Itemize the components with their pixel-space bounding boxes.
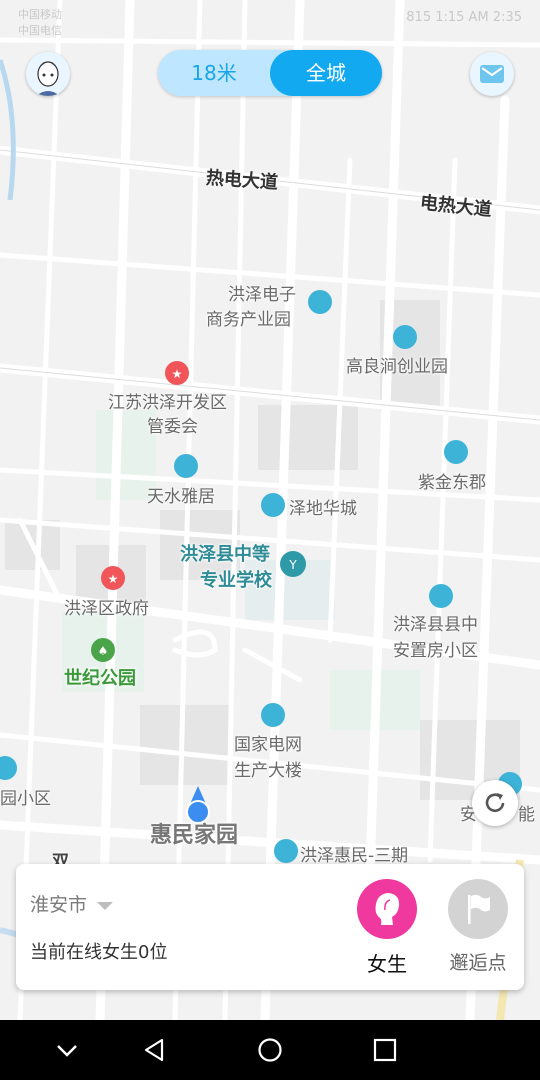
map-label-7[interactable]: 泽地华城	[289, 494, 357, 519]
map-label-9[interactable]: 专业学校	[200, 566, 272, 592]
map-label-17[interactable]: 惠民家园	[150, 817, 238, 849]
road-label-0: 热电大道	[205, 167, 279, 194]
toggle-citywide[interactable]: 全城	[270, 50, 382, 96]
map-label-2[interactable]: 高良涧创业园	[346, 352, 448, 377]
city-selector[interactable]: 淮安市	[30, 890, 114, 917]
map-label-0[interactable]: 洪泽电子	[228, 280, 296, 305]
map-label-14[interactable]: 国家电网	[234, 730, 302, 755]
map-label-16[interactable]: 园小区	[0, 784, 51, 809]
map-label-1[interactable]: 商务产业园	[206, 305, 291, 330]
bottom-panel: 淮安市 当前在线女生0位 女生 邂逅点	[16, 864, 524, 990]
status-bar: 中国移动 中国电信 815 1:15 AM 2:35	[0, 0, 540, 37]
svg-text:★: ★	[108, 572, 119, 586]
dropdown-caret-icon	[97, 901, 114, 910]
user-avatar[interactable]	[26, 52, 70, 96]
map-label-15[interactable]: 生产大楼	[234, 756, 302, 781]
female-label: 女生	[367, 952, 407, 976]
system-nav-bar	[0, 1020, 540, 1080]
female-button[interactable]	[357, 879, 417, 939]
chevron-down-icon[interactable]	[52, 1035, 82, 1065]
map-label-11[interactable]: 洪泽县县中	[393, 610, 478, 635]
svg-text:Y: Y	[288, 558, 297, 572]
map-label-12[interactable]: 安置房小区	[393, 636, 478, 661]
avatar-icon	[26, 52, 70, 96]
refresh-button[interactable]	[472, 780, 518, 826]
city-name: 淮安市	[30, 894, 88, 916]
map-label-5[interactable]: 紫金东郡	[418, 468, 486, 493]
carrier-2: 中国电信	[18, 24, 62, 37]
flag-icon	[468, 894, 490, 924]
online-count: 当前在线女生0位	[30, 942, 168, 963]
message-button[interactable]	[470, 52, 514, 96]
status-right: 815 1:15 AM 2:35	[406, 10, 522, 25]
carrier-1: 中国移动	[18, 8, 62, 21]
spot-button[interactable]	[448, 879, 508, 939]
envelope-icon	[480, 65, 504, 83]
range-toggle: 18米 全城	[158, 50, 382, 96]
map-label-13[interactable]: 世纪公园	[64, 664, 136, 690]
recent-apps-icon[interactable]	[370, 1035, 400, 1065]
map-label-6[interactable]: 天水雅居	[147, 482, 215, 507]
spot-label: 邂逅点	[449, 952, 507, 974]
svg-text:★: ★	[172, 367, 183, 381]
female-silhouette-icon	[375, 893, 400, 925]
home-icon[interactable]	[255, 1035, 285, 1065]
map-label-3[interactable]: 江苏洪泽开发区	[108, 388, 227, 413]
toggle-nearby[interactable]: 18米	[158, 50, 270, 96]
refresh-icon	[485, 793, 505, 812]
map-label-10[interactable]: 洪泽区政府	[64, 594, 149, 619]
map-label-8[interactable]: 洪泽县中等	[180, 540, 270, 566]
map-label-20[interactable]: 能	[518, 800, 535, 825]
map-label-4[interactable]: 管委会	[147, 412, 198, 437]
map-label-18[interactable]: 洪泽惠民-三期	[300, 841, 408, 866]
svg-text:♠: ♠	[98, 644, 109, 658]
back-icon[interactable]	[140, 1035, 170, 1065]
